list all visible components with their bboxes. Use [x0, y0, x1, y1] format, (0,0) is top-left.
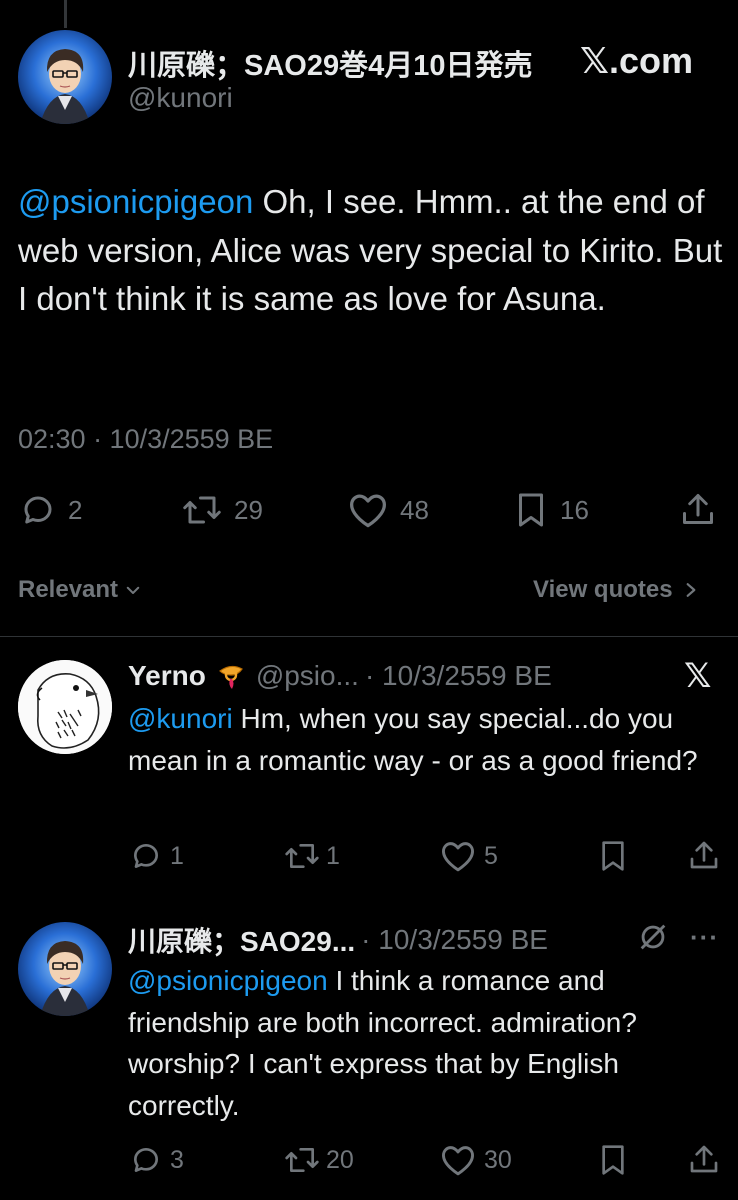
retweet-icon — [285, 844, 319, 868]
retweet-count: 20 — [326, 1145, 354, 1174]
like-button[interactable]: 30 — [440, 1144, 512, 1176]
reply-icon — [134, 844, 158, 868]
reply-author-name[interactable]: Yerno — [128, 660, 206, 692]
view-quotes-label: View quotes — [533, 576, 673, 603]
author-handle[interactable]: @kunori — [128, 82, 233, 114]
author-avatar[interactable] — [18, 30, 112, 124]
bookmark-button[interactable] — [598, 1144, 628, 1176]
mention-link[interactable]: @psionicpigeon — [128, 965, 328, 996]
like-button[interactable]: 48 — [348, 492, 429, 528]
reply-button[interactable]: 1 — [130, 840, 184, 872]
reply-date[interactable]: · 10/3/2559 BE — [361, 924, 548, 956]
translate-icon[interactable] — [636, 920, 670, 959]
like-count: 48 — [400, 494, 429, 525]
bookmark-icon — [602, 841, 624, 871]
mention-link[interactable]: @kunori — [128, 703, 233, 734]
reply-header: Yerno @psio... · 10/3/2559 BE — [128, 660, 552, 692]
reply-count: 3 — [170, 1145, 184, 1174]
bookmark-button[interactable]: 16 — [514, 492, 589, 528]
retweet-icon — [183, 496, 221, 524]
reply-author-name[interactable]: 川原礫；SAO29... — [128, 920, 355, 960]
relevant-label: Relevant — [18, 576, 119, 603]
retweet-button[interactable]: 1 — [284, 840, 340, 872]
reply-button[interactable]: 3 — [130, 1144, 184, 1176]
share-button[interactable] — [680, 490, 716, 528]
reply-avatar[interactable] — [18, 922, 112, 1016]
reply-text: @psionicpigeon I think a romance and fri… — [128, 960, 718, 1126]
section-divider — [0, 636, 738, 637]
chevron-right-icon — [686, 583, 696, 597]
x-logo-icon: 𝕏.com — [580, 40, 694, 81]
author-name[interactable]: 川原礫；SAO29巻4月10日発売 — [128, 42, 533, 84]
share-button[interactable] — [688, 838, 720, 872]
retweet-button[interactable]: 29 — [182, 492, 263, 528]
bookmark-count: 16 — [560, 494, 589, 525]
bookmark-icon — [602, 1145, 624, 1175]
share-icon — [690, 1145, 718, 1173]
reply-text: @kunori Hm, when you say special...do yo… — [128, 698, 718, 781]
share-icon — [683, 494, 713, 524]
reply-count: 1 — [170, 841, 184, 870]
reply-button[interactable]: 2 — [20, 492, 82, 528]
like-count: 5 — [484, 841, 498, 870]
share-button[interactable] — [688, 1142, 720, 1176]
like-icon — [350, 494, 386, 528]
mention-link[interactable]: @psionicpigeon — [18, 183, 253, 220]
reply-header: 川原礫；SAO29... · 10/3/2559 BE — [128, 920, 548, 960]
view-quotes-link[interactable]: View quotes — [533, 576, 699, 604]
like-count: 30 — [484, 1145, 512, 1174]
reply-author-handle[interactable]: @psio... — [256, 660, 359, 692]
like-icon — [442, 1146, 474, 1176]
thread-line — [64, 0, 67, 28]
share-icon — [690, 841, 718, 869]
reply-icon — [24, 496, 52, 524]
reply-count: 2 — [68, 494, 83, 525]
reply-icon — [134, 1148, 158, 1172]
retweet-button[interactable]: 20 — [284, 1144, 354, 1176]
bookmark-icon — [519, 493, 543, 527]
retweet-count: 29 — [234, 494, 263, 525]
more-icon[interactable]: ··· — [690, 922, 719, 953]
like-button[interactable]: 5 — [440, 840, 498, 872]
retweet-icon — [285, 1148, 319, 1172]
retweet-count: 1 — [326, 841, 340, 870]
tweet-text: @psionicpigeon Oh, I see. Hmm.. at the e… — [18, 178, 723, 324]
reply-date[interactable]: · 10/3/2559 BE — [365, 660, 552, 692]
relevant-sort-button[interactable]: Relevant — [18, 576, 142, 604]
bookmark-button[interactable] — [598, 840, 628, 872]
horn-emoji-icon — [218, 665, 243, 689]
tweet-timestamp[interactable]: 02:30 · 10/3/2559 BE — [18, 424, 273, 455]
x-logo-icon: 𝕏 — [684, 657, 712, 695]
chevron-down-icon — [126, 586, 140, 594]
reply-avatar[interactable] — [18, 660, 112, 754]
like-icon — [442, 842, 474, 872]
